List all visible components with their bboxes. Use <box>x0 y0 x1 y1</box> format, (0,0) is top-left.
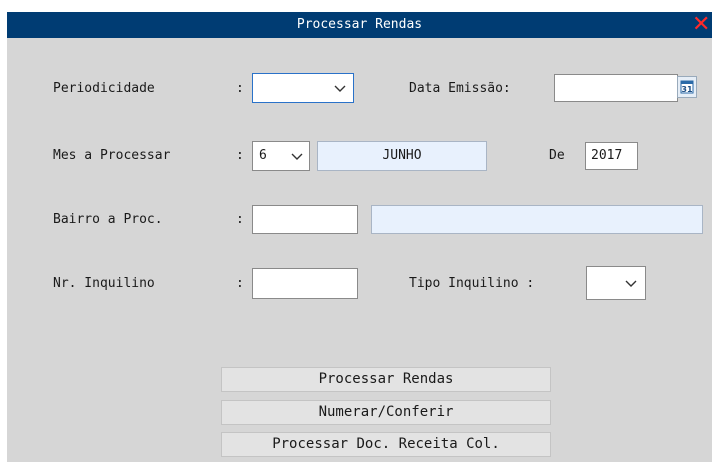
mes-nome-field: JUNHO <box>317 141 487 171</box>
data-emissao-input[interactable] <box>554 74 678 102</box>
ano-input[interactable]: 2017 <box>585 142 638 170</box>
periodicidade-label: Periodicidade <box>53 81 155 96</box>
processar-rendas-button[interactable]: Processar Rendas <box>221 367 551 392</box>
bairro-name-field <box>371 205 703 234</box>
inquilino-label: Nr. Inquilino <box>53 276 155 291</box>
periodicidade-select[interactable] <box>252 73 354 103</box>
chevron-down-icon <box>625 280 637 287</box>
bairro-label: Bairro a Proc. <box>53 212 163 227</box>
window-title: Processar Rendas <box>296 17 423 32</box>
bairro-code-input[interactable] <box>252 205 358 234</box>
mes-value: 6 <box>259 148 267 163</box>
svg-text:31: 31 <box>681 85 693 94</box>
calendar-icon[interactable]: 31 <box>677 76 697 98</box>
data-emissao-label: Data Emissão: <box>409 81 511 96</box>
mes-label: Mes a Processar <box>53 148 171 163</box>
title-bar: Processar Rendas ✕ <box>7 12 712 38</box>
periodicidade-colon: : <box>236 81 244 96</box>
numerar-conferir-button[interactable]: Numerar/Conferir <box>221 400 551 425</box>
inquilino-input[interactable] <box>252 268 358 299</box>
chevron-down-icon <box>291 153 303 160</box>
tipo-inquilino-label: Tipo Inquilino : <box>409 276 535 291</box>
processar-doc-receita-button[interactable]: Processar Doc. Receita Col. <box>221 432 551 457</box>
ano-label: De <box>549 148 565 163</box>
close-icon[interactable]: ✕ <box>692 14 710 36</box>
chevron-down-icon <box>334 85 346 92</box>
inquilino-colon: : <box>236 276 244 291</box>
bairro-colon: : <box>236 212 244 227</box>
tipo-inquilino-select[interactable] <box>586 266 646 300</box>
mes-colon: : <box>236 148 244 163</box>
mes-select[interactable]: 6 <box>252 141 310 171</box>
